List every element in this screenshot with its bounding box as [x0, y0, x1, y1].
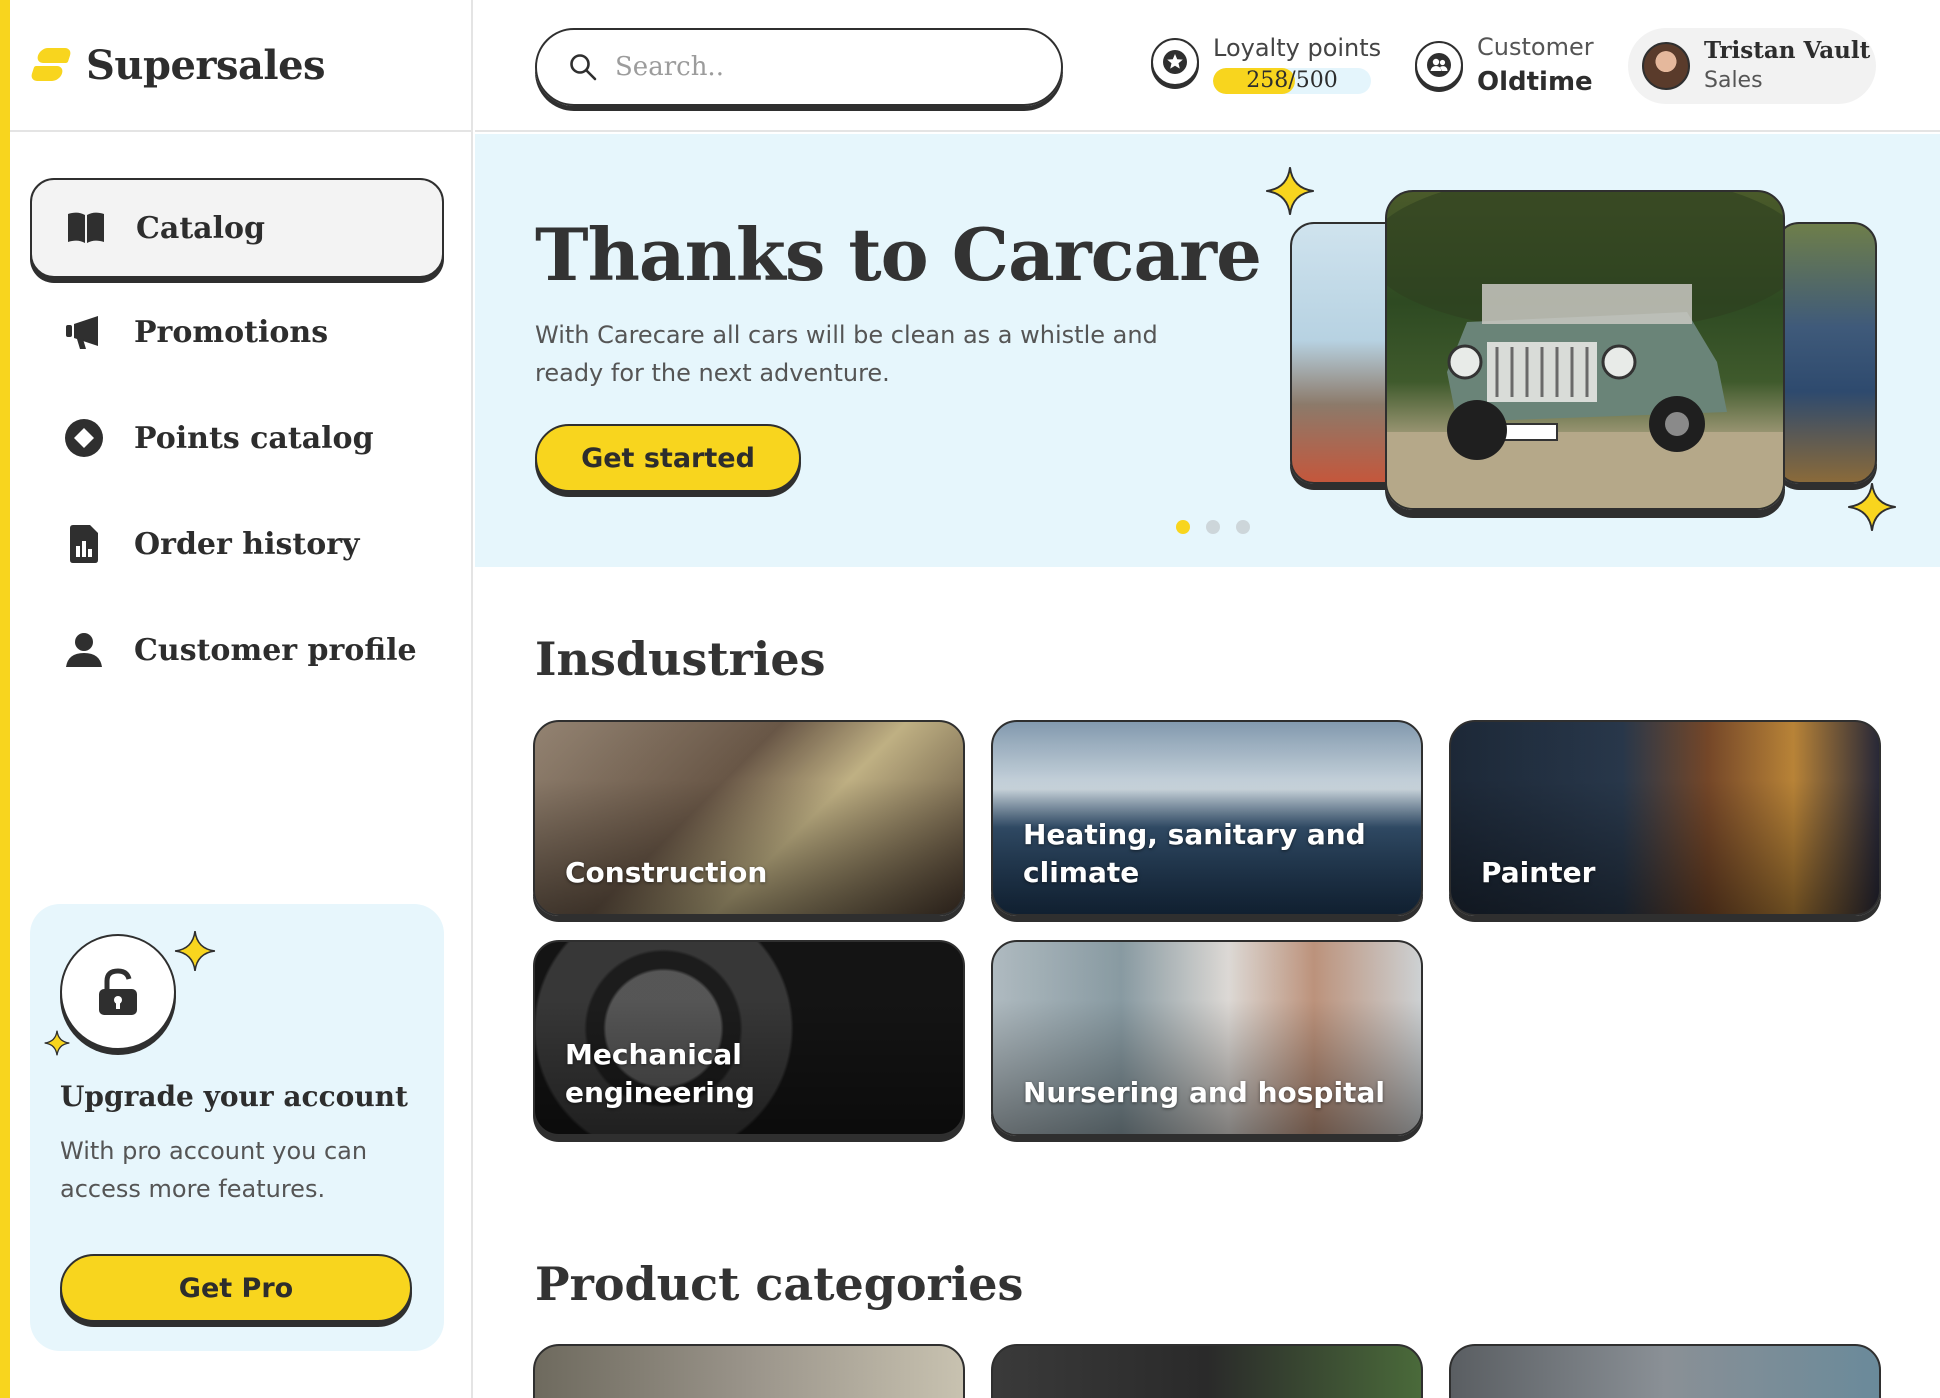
- product-categories-title: Product categories: [535, 1257, 1024, 1311]
- sidebar-item-order-history[interactable]: Order history: [30, 492, 444, 596]
- sparkle-icon: [1848, 483, 1896, 531]
- industry-card-label: Painter: [1481, 856, 1596, 889]
- carousel-dot[interactable]: [1206, 520, 1220, 534]
- upgrade-title: Upgrade your account: [60, 1080, 408, 1113]
- loyalty-value: 258/500: [1246, 68, 1338, 93]
- loyalty-points[interactable]: Loyalty points 258/500: [1151, 30, 1381, 94]
- user-role: Sales: [1704, 68, 1763, 93]
- industry-card-label: Heating, sanitary and climate: [1023, 818, 1366, 889]
- book-icon: [66, 208, 106, 248]
- hero-title: Thanks to Carcare: [535, 212, 1262, 297]
- sidebar-item-customer-profile[interactable]: Customer profile: [30, 598, 444, 702]
- sidebar-item-label: Points catalog: [134, 420, 374, 456]
- industries-title: Insdustries: [535, 632, 826, 686]
- logo[interactable]: Supersales: [29, 40, 326, 90]
- sidebar-item-promotions[interactable]: Promotions: [30, 280, 444, 384]
- logo-icon: [29, 44, 73, 86]
- sparkle-icon: [174, 930, 216, 972]
- hero-text: With Carecare all cars will be clean as …: [535, 321, 1158, 387]
- users-icon: [1415, 41, 1463, 89]
- sidebar-item-label: Customer profile: [134, 632, 417, 668]
- divider: [10, 130, 473, 132]
- avatar: [1642, 42, 1690, 90]
- product-category-card[interactable]: [533, 1344, 965, 1398]
- hero-banner: Thanks to Carcare With Carecare all cars…: [475, 134, 1940, 567]
- report-icon: [64, 524, 104, 564]
- product-category-card[interactable]: [991, 1344, 1423, 1398]
- sidebar-item-label: Promotions: [134, 314, 329, 350]
- user-icon: [64, 630, 104, 670]
- user-name: Tristan Vault: [1704, 37, 1871, 64]
- sidebar-item-label: Catalog: [136, 210, 265, 246]
- lock-icon: [60, 934, 176, 1050]
- user-menu[interactable]: Tristan Vault Sales: [1628, 28, 1876, 104]
- industry-card-painter[interactable]: Painter: [1449, 720, 1881, 916]
- loyalty-label: Loyalty points: [1213, 34, 1382, 62]
- sparkle-icon: [44, 1030, 70, 1056]
- industry-card-construction[interactable]: Construction: [533, 720, 965, 916]
- car-image: [1387, 192, 1783, 508]
- brand-name: Supersales: [86, 41, 326, 89]
- carousel-dot[interactable]: [1236, 520, 1250, 534]
- sidebar: Supersales Catalog Promotions Points cat…: [10, 0, 473, 1398]
- diamond-icon: [64, 418, 104, 458]
- industry-card-label: Mechanical engineering: [565, 1038, 755, 1109]
- search-bar[interactable]: [535, 28, 1063, 106]
- sidebar-item-label: Order history: [134, 526, 360, 562]
- carousel-image-current[interactable]: [1385, 190, 1785, 510]
- sparkle-icon: [1266, 167, 1314, 215]
- upgrade-text: With pro account you can access more fea…: [60, 1137, 368, 1203]
- upgrade-card: Upgrade your account With pro account yo…: [30, 904, 444, 1351]
- get-pro-button[interactable]: Get Pro: [60, 1254, 412, 1322]
- sidebar-item-points-catalog[interactable]: Points catalog: [30, 386, 444, 490]
- search-icon: [570, 54, 597, 81]
- megaphone-icon: [64, 312, 104, 352]
- carousel-dot[interactable]: [1176, 520, 1190, 534]
- loyalty-progress: 258/500: [1213, 68, 1371, 94]
- sidebar-item-catalog[interactable]: Catalog: [30, 178, 444, 278]
- customer-info[interactable]: Customer Oldtime: [1415, 30, 1594, 100]
- industry-card-label: Construction: [565, 856, 768, 889]
- accent-bar: [0, 0, 10, 1398]
- industry-card-nursing[interactable]: Nursering and hospital: [991, 940, 1423, 1136]
- get-started-button[interactable]: Get started: [535, 424, 801, 492]
- star-icon: [1151, 38, 1199, 86]
- industry-card-mechanical-engineering[interactable]: Mechanical engineering: [533, 940, 965, 1136]
- carousel-image-next[interactable]: [1775, 222, 1877, 484]
- industry-card-label: Nursering and hospital: [1023, 1076, 1385, 1109]
- product-category-card[interactable]: [1449, 1344, 1881, 1398]
- customer-value: Oldtime: [1477, 67, 1593, 97]
- top-header: Loyalty points 258/500 Customer Oldtime …: [475, 0, 1940, 132]
- carousel-dots: [1168, 520, 1258, 534]
- industry-card-heating[interactable]: Heating, sanitary and climate: [991, 720, 1423, 916]
- customer-label: Customer: [1477, 33, 1594, 61]
- sidebar-nav: Catalog Promotions Points catalog Order …: [30, 178, 444, 704]
- search-input[interactable]: [615, 52, 1015, 82]
